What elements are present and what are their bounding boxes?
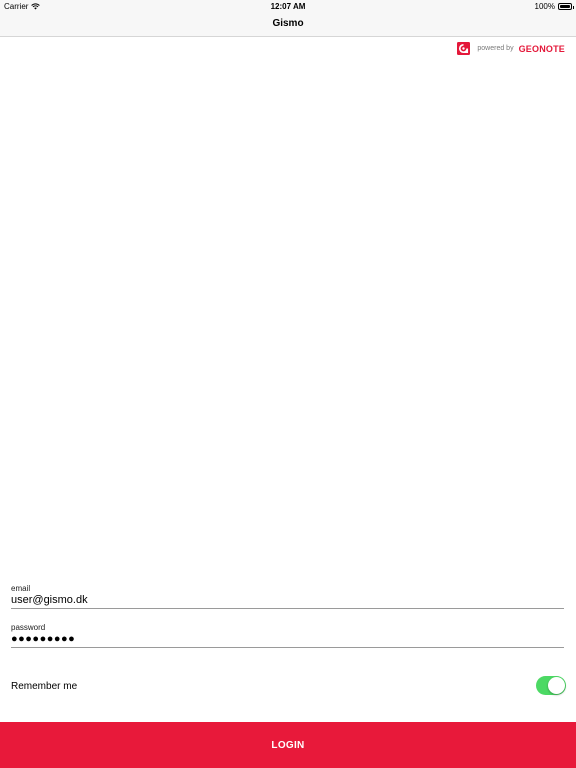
status-time: 12:07 AM	[270, 2, 306, 11]
email-field: email	[11, 584, 564, 609]
email-input[interactable]	[11, 593, 564, 608]
status-bar: Carrier 12:07 AM 100%	[0, 0, 576, 13]
email-underline	[11, 608, 564, 609]
remember-me-toggle[interactable]	[536, 676, 566, 695]
email-label: email	[11, 584, 31, 593]
battery-icon	[558, 3, 574, 10]
remember-me-row: Remember me	[11, 676, 566, 698]
geonote-logo-icon	[457, 42, 471, 55]
page-title: Gismo	[272, 18, 304, 29]
brand-name: GEONOTE	[518, 43, 565, 54]
password-underline	[11, 647, 564, 648]
remember-me-label: Remember me	[11, 681, 78, 692]
password-input[interactable]: ●●●●●●●●●	[11, 632, 564, 647]
powered-by-label: powered by	[477, 45, 514, 52]
status-right: 100%	[534, 2, 574, 11]
navigation-bar: Gismo	[0, 13, 576, 37]
app-root: Carrier 12:07 AM 100% Gismo powered by G…	[0, 0, 576, 768]
login-button[interactable]: LOGIN	[0, 722, 576, 768]
battery-fill	[560, 5, 570, 8]
toggle-knob	[548, 677, 565, 694]
password-field: password ●●●●●●●●●	[11, 623, 564, 648]
battery-percent: 100%	[534, 2, 555, 11]
powered-by-badge: powered by GEONOTE	[457, 42, 565, 55]
password-label: password	[11, 623, 46, 632]
